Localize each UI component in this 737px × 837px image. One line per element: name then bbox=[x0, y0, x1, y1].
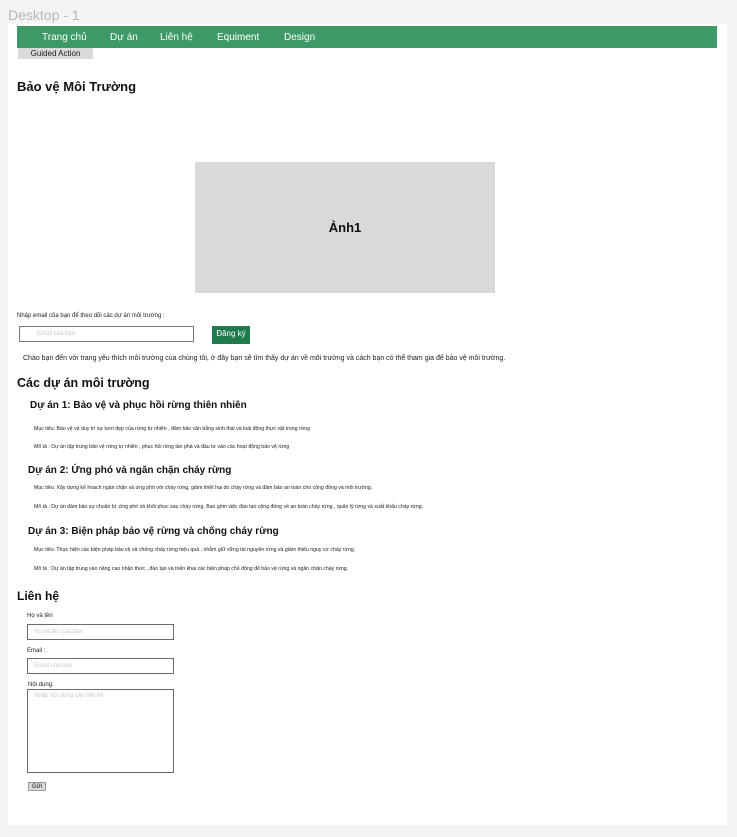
intro-text: Chào bạn đến với trang yêu thích môi trư… bbox=[23, 355, 506, 362]
project-1-title: Dự án 1: Bảo vệ và phục hồi rừng thiên n… bbox=[30, 400, 247, 411]
message-label: Nội dung: bbox=[28, 682, 54, 688]
hero-image-placeholder: Ảnh1 bbox=[195, 162, 495, 293]
email-input[interactable]: Email của bạn bbox=[27, 658, 174, 674]
project-3-title: Dự án 3: Biện pháp bảo vệ rừng và chống … bbox=[28, 526, 279, 537]
project-1-desc: Mô tả : Dự án tập trung bảo vệ rừng tự n… bbox=[34, 444, 290, 450]
nav-item-home[interactable]: Trang chủ bbox=[42, 32, 87, 43]
email-label: Email : bbox=[27, 648, 46, 654]
page-title: Bảo vệ Môi Trường bbox=[17, 79, 137, 94]
project-2-desc: Mô tả : Dự án đảm bảo sự chuẩn bị ,ứng p… bbox=[34, 504, 424, 510]
project-3-goal: Mục tiêu: Thực hiện các biện pháp bảo vệ… bbox=[34, 547, 356, 553]
subscribe-email-input[interactable]: Email của bạn bbox=[19, 326, 194, 342]
nav-item-contact[interactable]: Liên hệ bbox=[160, 32, 193, 43]
project-1-goal: Mục tiêu: Bảo vệ và duy trì sự tươi đẹp … bbox=[34, 426, 310, 432]
page-canvas: Trang chủ Dự án Liên hệ Equiment Design … bbox=[8, 24, 727, 825]
name-input[interactable]: Họ và tên của bạn bbox=[27, 624, 174, 640]
hero-image-label: Ảnh1 bbox=[328, 220, 362, 235]
navbar: Trang chủ Dự án Liên hệ Equiment Design bbox=[17, 26, 717, 48]
project-3-desc: Mô tả : Dự án tập trung vào nâng cao nhậ… bbox=[34, 566, 349, 572]
project-2-goal: Mục tiêu: Xây dựng kế hoạch ngăn chặn và… bbox=[34, 485, 373, 491]
projects-heading: Các dự án môi trường bbox=[17, 376, 150, 390]
subscribe-label: Nhập email của bạn để theo dõi các dự án… bbox=[17, 313, 165, 319]
send-button[interactable]: Gửi bbox=[28, 782, 46, 791]
nav-item-projects[interactable]: Dự án bbox=[110, 32, 138, 43]
subscribe-button[interactable]: Đăng ký bbox=[212, 326, 250, 344]
frame-title: Desktop - 1 bbox=[8, 7, 80, 23]
project-2-title: Dự án 2: Ứng phó và ngăn chặn cháy rừng bbox=[28, 465, 232, 476]
name-label: Họ và tên bbox=[27, 613, 53, 619]
nav-item-design[interactable]: Design bbox=[284, 32, 315, 43]
nav-item-equipment[interactable]: Equiment bbox=[217, 32, 259, 43]
contact-heading: Liên hệ bbox=[17, 589, 60, 603]
message-textarea[interactable]: Nhập nội dung cần liên hệ bbox=[27, 689, 174, 773]
guided-action-button[interactable]: Guided Action bbox=[18, 48, 93, 59]
